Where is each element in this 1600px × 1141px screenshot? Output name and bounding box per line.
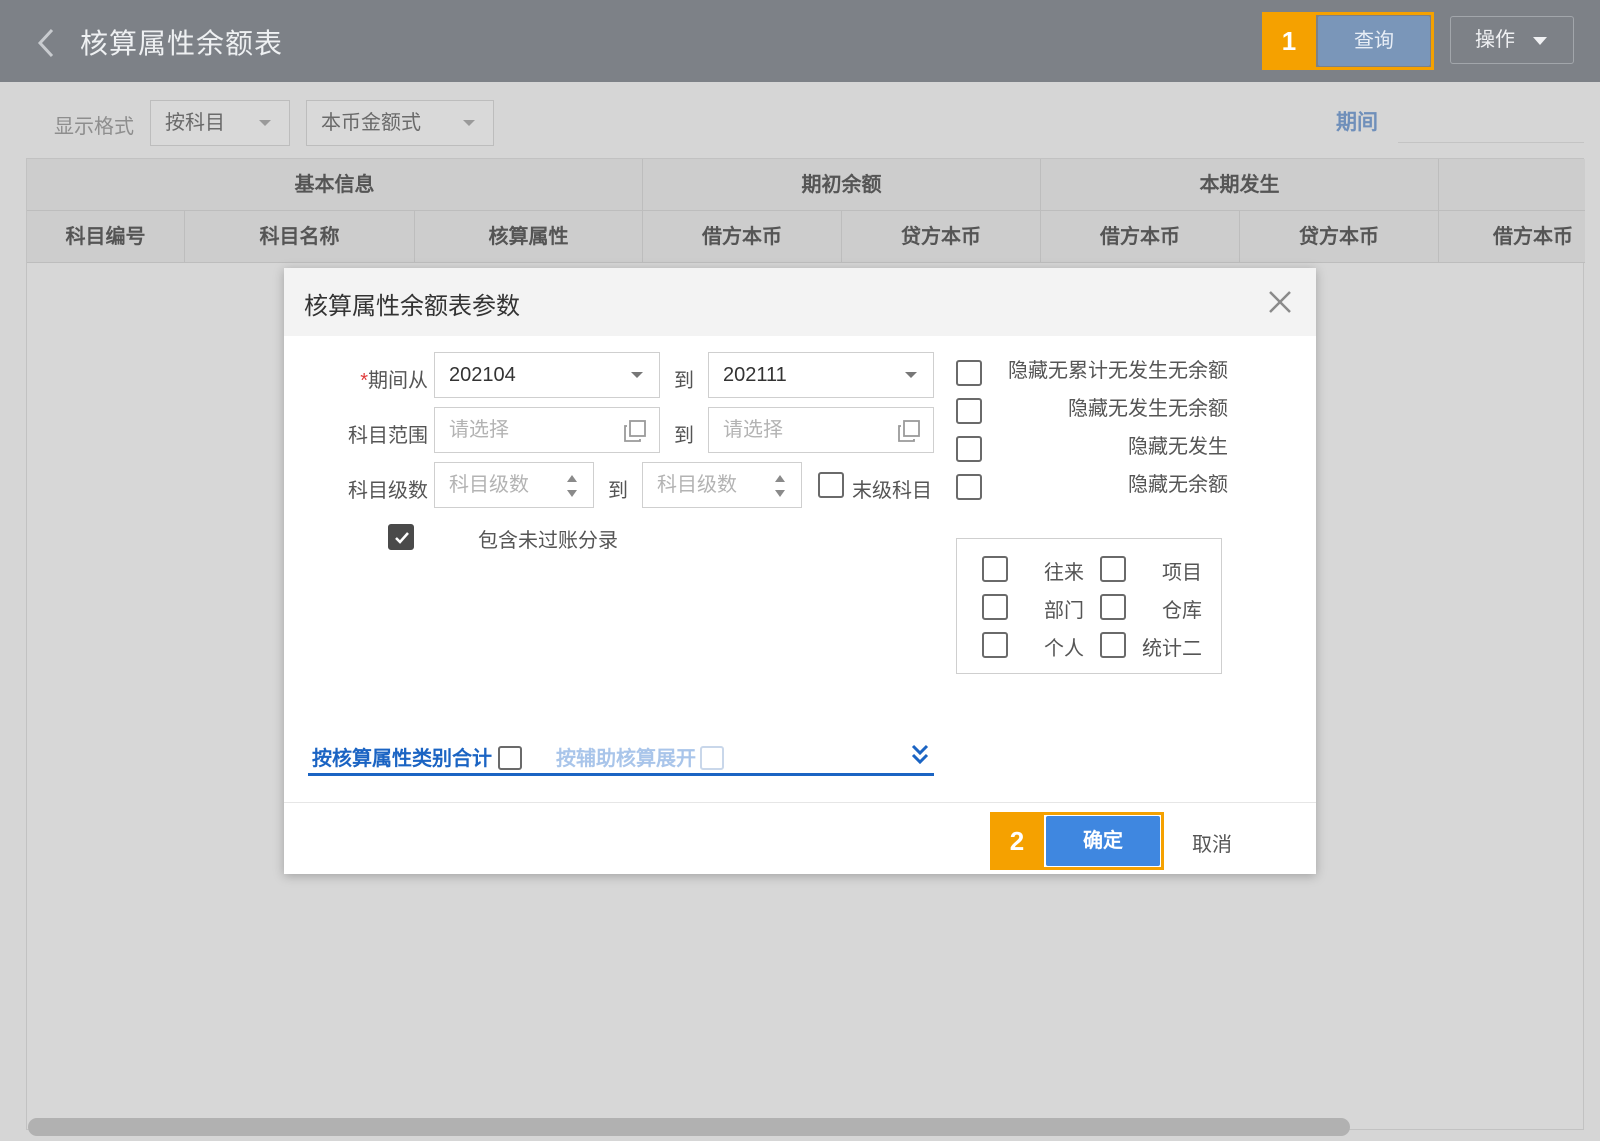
aux-checkbox-project[interactable]: [1100, 556, 1126, 582]
cancel-button[interactable]: 取消: [1192, 828, 1232, 857]
tab-underline: [308, 773, 934, 776]
hide-option-label-3: 隐藏无发生: [1128, 436, 1228, 458]
caret-down-icon: [1533, 37, 1547, 45]
table-header: 基本信息 期初余额 本期发生 科目编号 科目名称 核算属性 借方本币 贷方本币 …: [27, 159, 1585, 263]
aux-checkbox-wanglai[interactable]: [982, 556, 1008, 582]
include-unposted-checkbox[interactable]: [388, 524, 414, 550]
hide-option-checkbox-1[interactable]: [956, 360, 982, 386]
copy-icon[interactable]: [897, 419, 921, 443]
hide-option-checkbox-4[interactable]: [956, 474, 982, 500]
tab-expand-by-aux[interactable]: 按辅助核算展开: [556, 742, 696, 771]
subject-range-from-placeholder: 请选择: [449, 419, 509, 441]
dialog-header: 核算属性余额表参数: [284, 268, 1316, 336]
caret-down-icon: [905, 372, 917, 378]
operations-dropdown[interactable]: 操作: [1450, 16, 1574, 64]
expand-by-aux-checkbox[interactable]: [700, 746, 724, 770]
step-badge-2: 2: [990, 812, 1044, 870]
aux-label-wanglai: 往来: [1044, 562, 1084, 584]
subject-range-from-input[interactable]: 请选择: [434, 407, 660, 453]
subject-level-to-placeholder: 科目级数: [657, 474, 737, 496]
period-label: 期间: [1336, 111, 1378, 134]
dialog-footer-divider: [284, 802, 1316, 803]
to-label: 到: [674, 425, 694, 447]
tab-sum-by-category[interactable]: 按核算属性类别合计: [312, 742, 492, 771]
aux-label-project: 项目: [1162, 562, 1202, 584]
col-period-credit: 贷方本币: [1240, 211, 1439, 263]
spinner-arrows-icon[interactable]: [773, 472, 787, 500]
group-next: [1439, 159, 1585, 211]
period-to-select[interactable]: 202111: [708, 352, 934, 398]
hide-option-label-4: 隐藏无余额: [1128, 474, 1228, 496]
aux-checkbox-stat2[interactable]: [1100, 632, 1126, 658]
period-to-value: 202111: [723, 364, 787, 386]
sum-by-category-checkbox[interactable]: [498, 746, 522, 770]
subject-level-from-placeholder: 科目级数: [449, 474, 529, 496]
hide-option-label-1: 隐藏无累计无发生无余额: [1008, 360, 1228, 382]
group-current-period: 本期发生: [1041, 159, 1439, 211]
close-icon[interactable]: [1268, 290, 1292, 314]
double-chevron-down-icon[interactable]: [910, 742, 930, 766]
spinner-arrows-icon[interactable]: [565, 472, 579, 500]
by-subject-select[interactable]: 按科目: [150, 100, 290, 146]
aux-label-warehouse: 仓库: [1162, 600, 1202, 622]
subject-level-label: 科目级数: [348, 480, 428, 502]
required-mark: *: [360, 370, 368, 392]
leaf-subject-checkbox[interactable]: [818, 472, 844, 498]
period-input-underline[interactable]: [1398, 142, 1584, 143]
to-label: 到: [674, 370, 694, 392]
hide-option-label-2: 隐藏无发生无余额: [1068, 398, 1228, 420]
period-from-value: 202104: [449, 364, 516, 386]
group-opening-balance: 期初余额: [643, 159, 1041, 211]
to-label: 到: [608, 480, 628, 502]
aux-checkbox-individual[interactable]: [982, 632, 1008, 658]
col-opening-credit: 贷方本币: [842, 211, 1041, 263]
currency-format-value: 本币金额式: [321, 112, 421, 134]
col-accounting-attr: 核算属性: [415, 211, 643, 263]
col-opening-debit: 借方本币: [643, 211, 842, 263]
period-from-label: *期间从: [324, 364, 428, 393]
subject-level-from-stepper[interactable]: 科目级数: [434, 462, 594, 508]
aux-label-individual: 个人: [1044, 638, 1084, 660]
period-from-select[interactable]: 202104: [434, 352, 660, 398]
horizontal-scrollbar[interactable]: [28, 1118, 1350, 1136]
subject-range-to-placeholder: 请选择: [723, 419, 783, 441]
params-dialog: 核算属性余额表参数 *期间从 202104 到 202111 科目范围 请选择 …: [284, 268, 1316, 874]
caret-down-icon: [631, 372, 643, 378]
aux-checkbox-warehouse[interactable]: [1100, 594, 1126, 620]
col-next-debit: 借方本币: [1439, 211, 1585, 263]
col-subject-code: 科目编号: [27, 211, 185, 263]
back-arrow-icon[interactable]: [32, 26, 60, 60]
period-from-text: 期间从: [368, 370, 428, 392]
include-unposted-label: 包含未过账分录: [478, 530, 618, 552]
caret-down-icon: [463, 120, 475, 126]
subject-range-label: 科目范围: [348, 425, 428, 447]
subject-range-to-input[interactable]: 请选择: [708, 407, 934, 453]
page-title: 核算属性余额表: [80, 28, 284, 59]
header-bar: 核算属性余额表 查询 1 操作: [0, 0, 1600, 82]
copy-icon[interactable]: [623, 419, 647, 443]
caret-down-icon: [259, 120, 271, 126]
col-period-debit: 借方本币: [1041, 211, 1240, 263]
display-format-label: 显示格式: [54, 116, 134, 138]
leaf-subject-label: 末级科目: [852, 480, 932, 502]
hide-option-checkbox-3[interactable]: [956, 436, 982, 462]
aux-checkbox-department[interactable]: [982, 594, 1008, 620]
group-basic-info: 基本信息: [27, 159, 643, 211]
operations-label: 操作: [1475, 29, 1515, 51]
step-badge-1: 1: [1262, 12, 1316, 70]
col-subject-name: 科目名称: [185, 211, 415, 263]
by-subject-value: 按科目: [165, 112, 225, 134]
currency-format-select[interactable]: 本币金额式: [306, 100, 494, 146]
aux-label-department: 部门: [1044, 600, 1084, 622]
subject-level-to-stepper[interactable]: 科目级数: [642, 462, 802, 508]
checkmark-icon: [395, 532, 409, 544]
aux-label-stat2: 统计二: [1142, 638, 1202, 660]
dialog-title: 核算属性余额表参数: [304, 293, 520, 320]
hide-option-checkbox-2[interactable]: [956, 398, 982, 424]
